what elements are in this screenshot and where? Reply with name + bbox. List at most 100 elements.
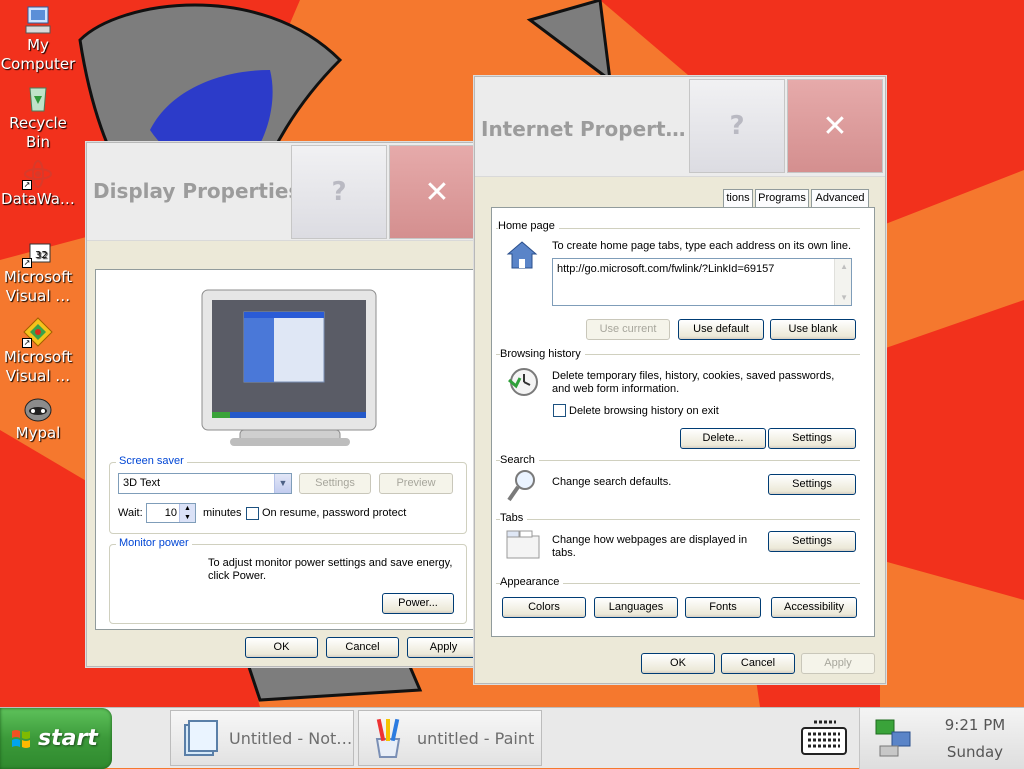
screen-saver-settings-button[interactable]: Settings bbox=[299, 473, 371, 494]
search-description: Change search defaults. bbox=[552, 476, 672, 488]
help-icon: ? bbox=[331, 177, 347, 207]
monitor-power-group: Monitor power To adjust monitor power se… bbox=[109, 537, 467, 624]
svg-text:32: 32 bbox=[35, 250, 48, 261]
monitor-power-legend: Monitor power bbox=[116, 537, 192, 549]
screen-saver-select[interactable]: 3D Text ▼ bbox=[118, 473, 292, 494]
clock-time[interactable]: 9:21 PM bbox=[930, 716, 1020, 734]
screen-saver-preview-button[interactable]: Preview bbox=[379, 473, 453, 494]
taskbar: start Untitled - Not… untitled - Paint 9… bbox=[0, 707, 1024, 769]
datawa-icon: ↗ bbox=[22, 158, 54, 190]
screen-saver-tab-page: Screen saver 3D Text ▼ Settings Preview … bbox=[95, 269, 479, 630]
start-button[interactable]: start bbox=[0, 708, 112, 769]
monitor-preview-image bbox=[201, 289, 377, 446]
ok-button[interactable]: OK bbox=[641, 653, 715, 674]
wait-label: Wait: bbox=[118, 507, 143, 519]
desktop-icon-mypal[interactable]: Mypal bbox=[0, 392, 76, 443]
close-button[interactable]: ✕ bbox=[787, 79, 883, 173]
screen-saver-group: Screen saver 3D Text ▼ Settings Preview … bbox=[109, 455, 467, 534]
wait-value: 10 bbox=[164, 507, 177, 519]
scroll-down-icon[interactable]: ▼ bbox=[840, 293, 848, 302]
delete-history-on-exit-checkbox[interactable] bbox=[553, 404, 566, 417]
general-tab-page: Home page To create home page tabs, type… bbox=[491, 207, 875, 637]
fonts-button[interactable]: Fonts bbox=[685, 597, 761, 618]
tabs-settings-button[interactable]: Settings bbox=[768, 531, 856, 552]
use-blank-button[interactable]: Use blank bbox=[770, 319, 856, 340]
start-label: start bbox=[38, 726, 98, 751]
scroll-up-icon[interactable]: ▲ bbox=[840, 262, 848, 271]
desktop-icon-microsoft-visual-2[interactable]: ↗ Microsoft Visual … bbox=[0, 316, 76, 386]
keyboard-icon[interactable] bbox=[800, 718, 848, 758]
help-icon: ? bbox=[729, 111, 745, 141]
tab-programs[interactable]: Programs bbox=[755, 189, 809, 207]
chevron-down-icon[interactable]: ▼ bbox=[274, 474, 291, 493]
tab-advanced[interactable]: Advanced bbox=[811, 189, 869, 207]
help-button[interactable]: ? bbox=[291, 145, 387, 239]
history-settings-button[interactable]: Settings bbox=[768, 428, 856, 449]
clock-day: Sunday bbox=[946, 743, 1004, 761]
password-protect-label: On resume, password protect bbox=[262, 507, 407, 519]
spin-down-icon[interactable]: ▼ bbox=[179, 513, 195, 522]
tabs-description: Change how webpages are displayed in tab… bbox=[552, 534, 748, 559]
ok-button[interactable]: OK bbox=[245, 637, 318, 658]
notepad-icon bbox=[184, 720, 218, 756]
cancel-button[interactable]: Cancel bbox=[326, 637, 399, 658]
taskbar-item-notepad[interactable]: Untitled - Not… bbox=[170, 710, 354, 766]
home-page-description: To create home page tabs, type each addr… bbox=[552, 240, 852, 252]
tabs-window-icon bbox=[506, 530, 540, 559]
delete-history-on-exit-label: Delete browsing history on exit bbox=[569, 405, 719, 417]
system-tray: 9:21 PM Sunday bbox=[859, 708, 1024, 769]
desktop-icon-my-computer[interactable]: My Computer bbox=[0, 4, 76, 74]
close-button[interactable]: ✕ bbox=[389, 145, 485, 239]
display-properties-titlebar[interactable]: Display Properties ? ✕ bbox=[87, 143, 487, 241]
close-icon: ✕ bbox=[424, 174, 450, 210]
shortcut-arrow-icon: ↗ bbox=[22, 338, 32, 348]
languages-button[interactable]: Languages bbox=[594, 597, 678, 618]
cancel-button[interactable]: Cancel bbox=[721, 653, 795, 674]
apply-button[interactable]: Apply bbox=[407, 637, 480, 658]
accessibility-button[interactable]: Accessibility bbox=[771, 597, 857, 618]
mypal-icon bbox=[22, 392, 54, 424]
browsing-history-label: Browsing history bbox=[500, 348, 585, 360]
monitor-power-description: To adjust monitor power settings and sav… bbox=[208, 557, 453, 582]
close-icon: ✕ bbox=[822, 108, 848, 144]
help-button[interactable]: ? bbox=[689, 79, 785, 173]
taskbar-item-label: untitled - Paint bbox=[417, 728, 535, 748]
display-properties-window: Display Properties ? ✕ Screen saver 3D T… bbox=[86, 142, 488, 667]
recycle-bin-icon bbox=[22, 82, 54, 114]
desktop-icon-datawa[interactable]: ↗ DataWa… bbox=[0, 158, 76, 209]
network-icon[interactable] bbox=[872, 716, 916, 760]
wait-minutes-stepper[interactable]: 10 ▲ ▼ bbox=[146, 503, 196, 523]
password-protect-checkbox[interactable] bbox=[246, 507, 259, 520]
home-page-url-value: http://go.microsoft.com/fwlink/?LinkId=6… bbox=[557, 263, 775, 275]
delete-history-button[interactable]: Delete... bbox=[680, 428, 766, 449]
desktop-icon-recycle-bin[interactable]: Recycle Bin bbox=[0, 82, 76, 152]
shortcut-arrow-icon: ↗ bbox=[22, 180, 32, 190]
use-current-button[interactable]: Use current bbox=[586, 319, 670, 340]
internet-properties-window: Internet Propert… ? ✕ tions Programs Adv… bbox=[474, 76, 886, 684]
minutes-label: minutes bbox=[203, 507, 242, 519]
power-button[interactable]: Power... bbox=[382, 593, 454, 614]
search-divider bbox=[496, 460, 860, 461]
spin-up-icon[interactable]: ▲ bbox=[179, 504, 195, 513]
search-label: Search bbox=[500, 454, 539, 466]
screen-saver-value: 3D Text bbox=[123, 477, 161, 489]
history-clock-icon bbox=[508, 368, 538, 396]
search-magnifier-icon bbox=[507, 470, 535, 502]
taskbar-item-paint[interactable]: untitled - Paint bbox=[358, 710, 542, 766]
colors-button[interactable]: Colors bbox=[502, 597, 586, 618]
appearance-label: Appearance bbox=[500, 576, 564, 588]
desktop-icon-microsoft-visual-1[interactable]: 32 ↗ Microsoft Visual … bbox=[0, 236, 76, 306]
visual-studio-icon: 32 ↗ bbox=[22, 236, 54, 268]
visual-basic-icon: ↗ bbox=[22, 316, 54, 348]
home-page-url-field[interactable]: http://go.microsoft.com/fwlink/?LinkId=6… bbox=[552, 258, 852, 306]
window-title: Internet Propert… bbox=[481, 117, 686, 141]
use-default-button[interactable]: Use default bbox=[678, 319, 764, 340]
search-settings-button[interactable]: Settings bbox=[768, 474, 856, 495]
tabs-label: Tabs bbox=[500, 512, 528, 524]
apply-button[interactable]: Apply bbox=[801, 653, 875, 674]
windows-flag-icon bbox=[12, 729, 30, 748]
internet-properties-titlebar[interactable]: Internet Propert… ? ✕ bbox=[475, 77, 885, 177]
screen-saver-legend: Screen saver bbox=[116, 455, 187, 467]
taskbar-item-label: Untitled - Not… bbox=[229, 728, 353, 748]
tab-connections[interactable]: tions bbox=[723, 189, 753, 207]
